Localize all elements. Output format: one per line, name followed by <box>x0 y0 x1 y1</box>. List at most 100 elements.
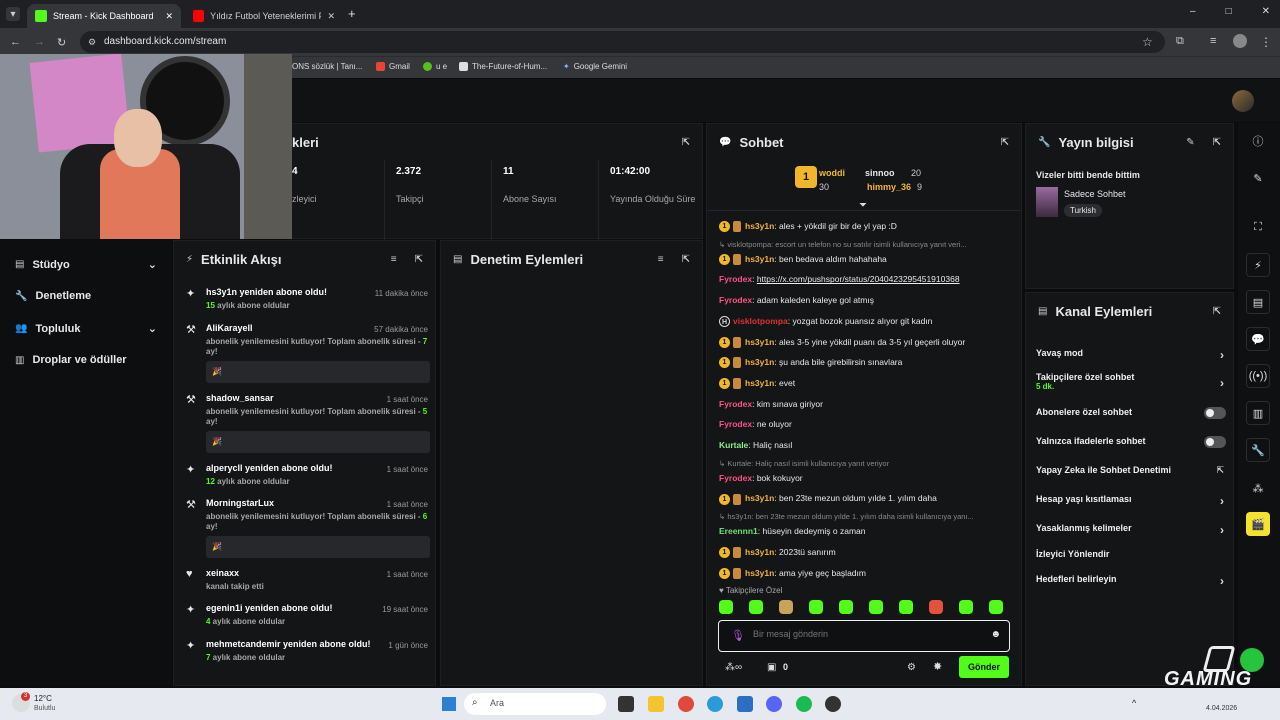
bookmark-item[interactable]: The-Future-of-Hum... <box>459 62 547 71</box>
bookmark-star-icon[interactable]: ☆ <box>1142 35 1153 49</box>
popout-icon[interactable]: ⇱ <box>1213 306 1221 317</box>
emote-icon[interactable] <box>869 600 883 614</box>
tab-close-icon[interactable]: ✕ <box>165 11 173 22</box>
chat-message[interactable]: Fyrodex: kim sınava giriyor <box>719 399 1011 409</box>
chat-points-icon[interactable]: ⁂∞ <box>725 662 742 673</box>
actions-shortcut-icon[interactable]: ▥ <box>1246 401 1270 425</box>
fullscreen-icon[interactable]: ⛶ <box>1246 215 1270 239</box>
emotes-only-toggle[interactable] <box>1204 436 1226 448</box>
media-icon[interactable]: ≡ <box>1210 35 1216 47</box>
reload-icon[interactable]: ↻ <box>57 36 66 49</box>
chrome-icon[interactable] <box>678 696 694 712</box>
popout-icon[interactable]: ⇱ <box>682 254 690 265</box>
microphone-icon[interactable]: 🎙 <box>731 629 745 642</box>
category-name[interactable]: Sadece Sohbet <box>1064 189 1126 199</box>
bookmark-gmail[interactable]: Gmail <box>376 62 410 71</box>
chat-username[interactable]: hs3y1n <box>745 568 774 578</box>
popout-icon[interactable]: ⇱ <box>1001 137 1009 148</box>
emote-icon[interactable] <box>719 600 733 614</box>
chat-message[interactable]: 1 hs3y1n: ales + yökdil gir bir de yl yap… <box>719 221 1011 233</box>
document-shortcut-icon[interactable]: ▤ <box>1246 290 1270 314</box>
chat-username[interactable]: hs3y1n <box>745 254 774 264</box>
chat-username[interactable]: visklotpompa <box>733 316 788 326</box>
bookmark-item[interactable]: u e <box>423 62 447 71</box>
clapper-icon[interactable]: 🎬 <box>1246 512 1270 536</box>
account-age-row[interactable]: Hesap yaşı kısıtlaması › <box>1036 494 1226 508</box>
filter-icon[interactable]: ≡ <box>391 254 397 265</box>
edit-pencil-icon[interactable]: ✎ <box>1186 137 1194 148</box>
sidebar-item-drops[interactable]: ▥ Droplar ve ödüller <box>15 354 127 366</box>
raid-row[interactable]: İzleyici Yönlendir <box>1036 549 1226 559</box>
chat-message[interactable]: Hvisklotpompa: yozgat bozok puansız alıy… <box>719 316 1011 328</box>
sidebar-item-moderation[interactable]: 🔧 Denetleme <box>15 290 91 302</box>
emote-icon[interactable] <box>929 600 943 614</box>
chat-username[interactable]: Fyrodex <box>719 399 752 409</box>
user-avatar[interactable] <box>1232 90 1254 112</box>
chat-message[interactable]: 1 hs3y1n: şu anda bile girebilirsin sınav… <box>719 357 1011 369</box>
wrench-shortcut-icon[interactable]: 🔧 <box>1246 438 1270 462</box>
sidebar-item-studio[interactable]: ▤ Stüdyo ⌄ <box>15 258 157 272</box>
tab-close-icon[interactable]: ✕ <box>327 11 335 22</box>
edit-icon[interactable]: ✎ <box>1246 166 1270 190</box>
extensions-icon[interactable]: ⧉ <box>1176 35 1184 48</box>
chat-message[interactable]: 1 hs3y1n: ama yiye geç başladım <box>719 568 1011 579</box>
chat-message[interactable]: Fyrodex: bok kokuyor <box>719 473 1011 483</box>
chat-message[interactable]: Fyrodex: adam kaleden kaleye gol atmış <box>719 295 1011 305</box>
chat-shortcut-icon[interactable]: 💬 <box>1246 327 1270 351</box>
community-shortcut-icon[interactable]: ⁂ <box>1246 476 1270 500</box>
chat-message[interactable]: 1 hs3y1n: 2023tü sanırım <box>719 547 1011 559</box>
windows-start-icon[interactable] <box>442 697 456 711</box>
slow-mode-row[interactable]: Yavaş mod › <box>1036 348 1226 362</box>
subscribers-only-toggle[interactable] <box>1204 407 1226 419</box>
bookmark-gemini[interactable]: ✦ Google Gemini <box>563 62 627 71</box>
chat-message[interactable]: 1 hs3y1n: evet <box>719 378 1011 390</box>
chat-username[interactable]: hs3y1n <box>745 378 774 388</box>
browser-menu-icon[interactable]: ⋮ <box>1260 35 1272 49</box>
chat-message[interactable]: Kurtale: Haliç nasıl <box>719 440 1011 450</box>
banned-words-row[interactable]: Yasaklanmış kelimeler › <box>1036 523 1226 537</box>
emoji-picker-icon[interactable]: ☻ <box>990 629 1001 640</box>
store-app-icon[interactable] <box>737 696 753 712</box>
chat-username[interactable]: hs3y1n <box>745 493 774 503</box>
file-explorer-icon[interactable] <box>648 696 664 712</box>
chat-message-input[interactable] <box>753 629 973 639</box>
chat-username[interactable]: hs3y1n <box>745 357 774 367</box>
ai-moderation-row[interactable]: Yapay Zeka ile Sohbet Denetimi ⇱ <box>1036 465 1226 475</box>
chat-input-box[interactable]: 🎙 ☻ <box>718 620 1010 652</box>
goals-row[interactable]: Hedefleri belirleyin › <box>1036 574 1226 588</box>
close-window-button[interactable]: ✕ <box>1262 6 1270 17</box>
activity-shortcut-icon[interactable]: ⚡ <box>1246 253 1270 277</box>
chat-username[interactable]: Kurtale <box>719 440 748 450</box>
edge-icon[interactable] <box>707 696 723 712</box>
new-tab-button[interactable]: + <box>348 6 356 21</box>
emote-icon[interactable] <box>809 600 823 614</box>
discord-icon[interactable] <box>766 696 782 712</box>
chat-message[interactable]: 1 hs3y1n: ben 23te mezun oldum yılde 1. y… <box>719 493 1011 505</box>
chat-message[interactable]: Fyrodex: https://x.com/pushspor/status/2… <box>719 274 1011 284</box>
chat-message[interactable]: 1 hs3y1n: ales 3-5 yine yökdil puanı da 3… <box>719 337 1011 348</box>
obs-icon[interactable] <box>825 696 841 712</box>
chat-username[interactable]: hs3y1n <box>745 337 774 347</box>
chat-link[interactable]: https://x.com/pushspor/status/2040423295… <box>757 274 960 284</box>
send-button[interactable]: Gönder <box>959 656 1009 678</box>
broadcast-icon[interactable]: ((•)) <box>1246 364 1270 388</box>
tab-youtube[interactable]: Yıldız Futbol Yeteneklerimi Puan ✕ <box>185 4 343 28</box>
info-icon[interactable]: ⓘ <box>1246 129 1270 153</box>
chat-username[interactable]: hs3y1n <box>745 547 774 557</box>
emote-icon[interactable] <box>959 600 973 614</box>
minimize-button[interactable]: – <box>1190 6 1196 17</box>
emote-icon[interactable] <box>839 600 853 614</box>
taskbar-search[interactable]: ⌕ Ara <box>464 693 606 715</box>
emote-icon[interactable] <box>899 600 913 614</box>
bookmark-item[interactable]: ONS sözlük | Tanı... <box>292 62 362 71</box>
maximize-button[interactable]: □ <box>1226 6 1232 17</box>
chat-settings-icon[interactable]: ⚙ <box>907 662 916 673</box>
task-view-icon[interactable] <box>618 696 634 712</box>
spotify-icon[interactable] <box>796 696 812 712</box>
chat-message[interactable]: 1 hs3y1n: ben bedava aldım hahahaha <box>719 254 1011 265</box>
chat-username[interactable]: hs3y1n <box>745 221 774 231</box>
chat-mod-tools-icon[interactable]: ✸ <box>933 660 942 673</box>
popout-icon[interactable]: ⇱ <box>1213 137 1221 148</box>
forward-icon[interactable]: → <box>34 36 45 48</box>
url-field[interactable]: ⚙ dashboard.kick.com/stream <box>80 31 1165 53</box>
